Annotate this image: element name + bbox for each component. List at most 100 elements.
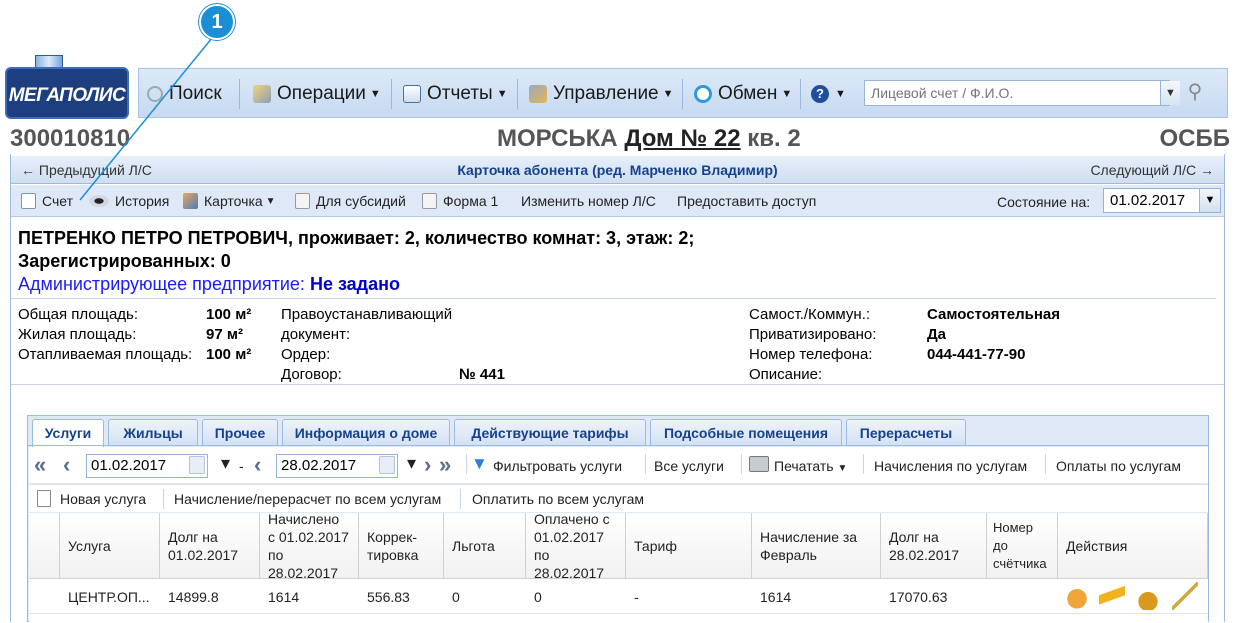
pay-all-button[interactable]: Оплатить по всем услугам: [472, 491, 644, 507]
app-logo[interactable]: МЕГАПОЛИС: [5, 55, 130, 120]
pencil-icon[interactable]: [1172, 582, 1198, 610]
address: МОРСЬКА Дом № 22 кв. 2: [497, 125, 801, 153]
column-header[interactable]: Долг на 01.02.2017: [160, 513, 260, 579]
search-go-icon[interactable]: ⚲: [1184, 81, 1206, 105]
range-dropdown-icon[interactable]: ▾: [407, 453, 416, 474]
services-grid: Услуга Долг на 01.02.2017 Начислено с 01…: [29, 511, 1208, 623]
table-cell: 556.83: [367, 589, 410, 605]
form1-button[interactable]: Форма 1: [422, 193, 498, 209]
house-link[interactable]: Дом № 22: [624, 125, 740, 152]
tab-services[interactable]: Услуги: [32, 419, 104, 447]
table-cell: 0: [452, 589, 460, 605]
callout-badge: 1: [199, 4, 235, 40]
person-card-icon: [183, 193, 198, 209]
table-cell: 1614: [760, 589, 792, 605]
filter-services-button[interactable]: Фильтровать услуги: [493, 458, 622, 474]
owner-line: ПЕТРЕНКО ПЕТРО ПЕТРОВИЧ, проживает: 2, к…: [18, 228, 695, 248]
tab-recalculations[interactable]: Перерасчеты: [846, 419, 966, 445]
column-header[interactable]: Коррек-тировка: [359, 513, 444, 579]
new-document-icon: [37, 490, 51, 507]
menu-management[interactable]: Управление ▼: [529, 81, 674, 107]
grant-access-button[interactable]: Предоставить доступ: [677, 193, 816, 209]
state-date-label: Состояние на:: [997, 194, 1091, 210]
date-range-toolbar: « ‹ 01.02.2017 ▾ - ‹ 28.02.2017 ▾ › » ▼ …: [29, 447, 1208, 483]
tab-residents[interactable]: Жильцы: [108, 419, 198, 445]
table-cell: 0: [534, 589, 542, 605]
search-input[interactable]: [864, 80, 1170, 106]
operations-icon: [253, 85, 271, 103]
calendar-icon[interactable]: [189, 456, 205, 474]
column-header[interactable]: Услуга: [60, 513, 160, 579]
tab-house-info[interactable]: Информация о доме: [282, 419, 450, 445]
all-services-button[interactable]: Все услуги: [654, 458, 724, 474]
document-icon: [295, 193, 310, 209]
card-menu-button[interactable]: Карточка ▼: [183, 193, 276, 209]
service-actions-toolbar: Новая услуга Начисление/перерасчет по вс…: [29, 484, 1208, 512]
menu-reports[interactable]: Отчеты ▼: [403, 81, 508, 107]
card-title-bar: Карточка абонента (ред. Марченко Владими…: [11, 156, 1224, 184]
lightning-icon[interactable]: [1099, 582, 1125, 610]
table-cell: -: [634, 589, 639, 605]
hand-stop-icon[interactable]: [1064, 582, 1090, 610]
search-icon: [147, 86, 163, 102]
print-button[interactable]: Печатать ▼: [774, 458, 847, 474]
state-date-dropdown[interactable]: ▼: [1199, 189, 1220, 212]
table-cell: 1614: [268, 589, 300, 605]
tab-auxiliary-rooms[interactable]: Подсобные помещения: [650, 419, 842, 445]
search-dropdown-button[interactable]: ▼: [1160, 81, 1180, 105]
table-cell: 17070.63: [889, 589, 948, 605]
table-cell[interactable]: ЦЕНТР.ОП...: [60, 579, 158, 613]
apartment: кв. 2: [747, 125, 801, 152]
menu-search[interactable]: Поиск: [147, 81, 222, 107]
tools-icon: [529, 85, 547, 103]
coins-icon[interactable]: [1135, 582, 1161, 610]
contract-value: № 441: [459, 366, 505, 383]
column-header[interactable]: Начислено с 01.02.2017 по 28.02.2017: [260, 511, 359, 581]
document-labels: Правоустанавливающий документ: Ордер: До…: [281, 306, 453, 383]
main-menu-bar: Поиск Операции ▼ Отчеты ▼ Управление ▼ Обме…: [138, 68, 1228, 118]
menu-help[interactable]: ? ▼: [811, 81, 846, 107]
new-service-button[interactable]: Новая услуга: [60, 491, 146, 507]
last-page-icon[interactable]: »: [439, 452, 451, 478]
charges-by-service-button[interactable]: Начисления по услугам: [874, 458, 1027, 474]
next-period-icon[interactable]: ›: [424, 452, 431, 478]
column-header[interactable]: Действия: [1058, 513, 1208, 579]
column-header[interactable]: Тариф: [626, 513, 752, 579]
payments-by-service-button[interactable]: Оплаты по услугам: [1056, 458, 1181, 474]
calendar-icon[interactable]: [379, 456, 395, 474]
change-account-number-button[interactable]: Изменить номер Л/С: [521, 193, 656, 209]
column-header[interactable]: Оплачено с 01.02.2017 по 28.02.2017: [526, 511, 626, 581]
column-header[interactable]: Льгота: [444, 513, 526, 579]
invoice-button[interactable]: Счет: [21, 193, 73, 209]
next-account-link[interactable]: Следующий Л/С →: [1090, 162, 1214, 178]
reports-icon: [403, 85, 421, 103]
area-values: 100 м² 97 м² 100 м²: [206, 306, 252, 363]
menu-exchange[interactable]: Обмен ▼: [694, 81, 792, 107]
table-cell: 14899.8: [168, 589, 219, 605]
tab-other[interactable]: Прочее: [202, 419, 278, 445]
tab-tariffs[interactable]: Действующие тарифы: [454, 419, 646, 445]
first-page-icon[interactable]: «: [34, 452, 46, 478]
help-icon: ?: [811, 85, 829, 103]
services-tab-panel: Услуги Жильцы Прочее Информация о доме Д…: [27, 415, 1209, 623]
document-icon: [422, 193, 437, 209]
subsidy-button[interactable]: Для субсидий: [295, 193, 406, 209]
column-header[interactable]: Начисление за Февраль: [752, 513, 881, 579]
previous-period-icon[interactable]: ‹: [254, 452, 261, 478]
column-header[interactable]: Номер до счётчика: [987, 513, 1058, 579]
invoice-icon: [21, 193, 36, 209]
column-header[interactable]: Долг на 28.02.2017: [881, 513, 987, 579]
range-dropdown-icon[interactable]: ▾: [221, 453, 230, 474]
status-values: Самостоятельная Да 044-441-77-90: [927, 306, 1061, 363]
eye-icon: [89, 195, 109, 207]
history-button[interactable]: История: [89, 193, 169, 209]
status-labels: Самост./Коммун.: Приватизировано: Номер …: [749, 306, 877, 383]
menu-operations[interactable]: Операции ▼: [253, 81, 381, 107]
filter-icon: ▼: [471, 454, 488, 473]
previous-period-icon[interactable]: ‹: [63, 452, 70, 478]
account-number: 300010810: [10, 125, 131, 152]
previous-account-link[interactable]: ← Предыдущий Л/С: [21, 162, 152, 178]
card-title: Карточка абонента (ред. Марченко Владими…: [457, 162, 778, 178]
card-toolbar: Счет История Карточка ▼ Для субсидий Форм…: [11, 185, 1224, 217]
recalc-all-button[interactable]: Начисление/перерасчет по всем услугам: [174, 491, 441, 507]
